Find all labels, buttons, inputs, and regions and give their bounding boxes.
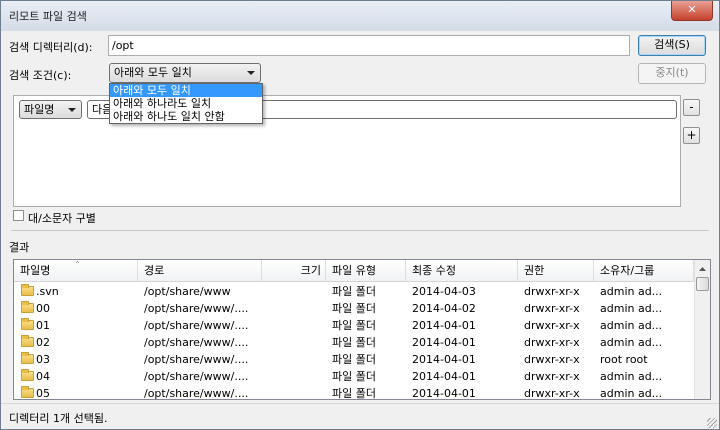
column-header-path[interactable]: 경로 xyxy=(138,260,262,281)
file-path: /opt/share/www/.... xyxy=(144,336,249,349)
vertical-scrollbar[interactable] xyxy=(694,260,710,399)
search-condition-dropdown: 아래와 모두 일치 아래와 하나라도 일치 아래와 하나도 일치 안함 xyxy=(109,83,263,124)
stop-button[interactable]: 중지(t) xyxy=(638,63,706,84)
file-owner: root root xyxy=(600,353,648,366)
file-name: 02 xyxy=(36,336,50,349)
file-owner: admin ad... xyxy=(600,302,663,315)
file-path: /opt/share/www/.... xyxy=(144,387,249,400)
file-owner: admin ad... xyxy=(600,387,663,400)
search-dir-input[interactable]: /opt xyxy=(108,35,630,56)
file-modified: 2014-04-01 xyxy=(412,336,476,349)
table-row[interactable]: 02 /opt/share/www/.... 파일 폴더 2014-04-01 … xyxy=(14,334,694,351)
file-modified: 2014-04-02 xyxy=(412,302,476,315)
search-condition-label: 검색 조건(c): xyxy=(9,69,72,82)
file-type: 파일 폴더 xyxy=(332,302,376,315)
file-modified: 2014-04-01 xyxy=(412,370,476,383)
condition-option-none[interactable]: 아래와 하나도 일치 안함 xyxy=(110,110,262,123)
file-modified: 2014-04-01 xyxy=(412,353,476,366)
table-row[interactable]: 01 /opt/share/www/.... 파일 폴더 2014-04-01 … xyxy=(14,317,694,334)
scroll-up-icon[interactable] xyxy=(697,262,708,276)
table-row[interactable]: 00 /opt/share/www/.... 파일 폴더 2014-04-02 … xyxy=(14,300,694,317)
folder-icon xyxy=(21,335,34,347)
file-permission: drwxr-xr-x xyxy=(524,353,580,366)
table-row[interactable]: 04 /opt/share/www/.... 파일 폴더 2014-04-01 … xyxy=(14,368,694,385)
folder-icon xyxy=(21,369,34,381)
rule-field-value: 파일명 xyxy=(24,103,55,116)
file-name: .svn xyxy=(36,285,59,298)
results-header: 파일명 ⌃ 경로 크기 파일 유형 최종 수정 권한 소유자/그룹 xyxy=(14,260,694,282)
file-type: 파일 폴더 xyxy=(332,319,376,332)
table-row[interactable]: .svn /opt/share/www 파일 폴더 2014-04-03 drw… xyxy=(14,283,694,300)
file-owner: admin ad... xyxy=(600,370,663,383)
column-header-modified[interactable]: 최종 수정 xyxy=(406,260,518,281)
file-owner: admin ad... xyxy=(600,319,663,332)
file-path: /opt/share/www/.... xyxy=(144,319,249,332)
file-path: /opt/share/www/.... xyxy=(144,370,249,383)
search-button[interactable]: 검색(S) xyxy=(638,35,706,56)
results-list[interactable]: 파일명 ⌃ 경로 크기 파일 유형 최종 수정 권한 소유자/그룹 .svn /… xyxy=(13,259,711,400)
status-text: 디렉터리 1개 선택됨. xyxy=(9,412,108,425)
remote-file-search-dialog: 리모트 파일 검색 ✕ 검색 디렉터리(d): /opt 검색(S) 검색 조건… xyxy=(0,0,720,430)
file-path: /opt/share/www xyxy=(144,285,231,298)
file-permission: drwxr-xr-x xyxy=(524,285,580,298)
file-permission: drwxr-xr-x xyxy=(524,302,580,315)
search-condition-select[interactable]: 아래와 모두 일치 xyxy=(109,63,261,83)
sort-ascending-icon: ⌃ xyxy=(74,260,81,269)
column-header-type[interactable]: 파일 유형 xyxy=(326,260,406,281)
file-modified: 2014-04-03 xyxy=(412,285,476,298)
column-header-name[interactable]: 파일명 ⌃ xyxy=(14,260,138,281)
file-permission: drwxr-xr-x xyxy=(524,319,580,332)
file-permission: drwxr-xr-x xyxy=(524,387,580,400)
chevron-down-icon xyxy=(247,71,255,75)
case-sensitive-label[interactable]: 대/소문자 구별 xyxy=(28,210,96,226)
add-rule-button[interactable]: + xyxy=(683,127,700,144)
rule-field-select[interactable]: 파일명 xyxy=(19,100,82,119)
folder-icon xyxy=(21,386,34,398)
title-bar[interactable]: 리모트 파일 검색 ✕ xyxy=(1,1,719,31)
case-sensitive-checkbox[interactable] xyxy=(13,210,24,221)
search-dir-label: 검색 디렉터리(d): xyxy=(9,41,93,54)
file-name: 05 xyxy=(36,387,50,400)
condition-option-all[interactable]: 아래와 모두 일치 xyxy=(110,84,262,97)
results-label: 결과 xyxy=(9,241,30,254)
scrollbar-thumb[interactable] xyxy=(696,277,709,291)
close-button[interactable]: ✕ xyxy=(671,1,713,21)
file-name: 04 xyxy=(36,370,50,383)
file-type: 파일 폴더 xyxy=(332,336,376,349)
file-owner: admin ad... xyxy=(600,336,663,349)
file-name: 03 xyxy=(36,353,50,366)
folder-icon xyxy=(21,284,34,296)
column-header-permission[interactable]: 권한 xyxy=(518,260,594,281)
file-type: 파일 폴더 xyxy=(332,387,376,400)
file-path: /opt/share/www/.... xyxy=(144,302,249,315)
condition-option-any[interactable]: 아래와 하나라도 일치 xyxy=(110,97,262,110)
chevron-down-icon xyxy=(68,108,76,112)
file-modified: 2014-04-01 xyxy=(412,387,476,400)
resize-grip-icon[interactable] xyxy=(707,418,717,428)
file-owner: admin ad... xyxy=(600,285,663,298)
close-icon: ✕ xyxy=(687,3,697,16)
file-name: 00 xyxy=(36,302,50,315)
remove-rule-button[interactable]: - xyxy=(683,99,700,116)
window-title: 리모트 파일 검색 xyxy=(9,10,87,23)
table-row[interactable]: 03 /opt/share/www/.... 파일 폴더 2014-04-01 … xyxy=(14,351,694,368)
column-header-size[interactable]: 크기 xyxy=(262,260,326,281)
file-type: 파일 폴더 xyxy=(332,370,376,383)
file-type: 파일 폴더 xyxy=(332,285,376,298)
divider xyxy=(11,230,709,231)
column-name-label: 파일명 xyxy=(20,264,51,277)
folder-icon xyxy=(21,318,34,330)
file-name: 01 xyxy=(36,319,50,332)
search-condition-value: 아래와 모두 일치 xyxy=(114,66,192,79)
folder-icon xyxy=(21,352,34,364)
file-path: /opt/share/www/.... xyxy=(144,353,249,366)
file-permission: drwxr-xr-x xyxy=(524,370,580,383)
file-modified: 2014-04-01 xyxy=(412,319,476,332)
status-bar: 디렉터리 1개 선택됨. xyxy=(1,403,719,429)
column-header-owner[interactable]: 소유자/그룹 xyxy=(594,260,694,281)
file-type: 파일 폴더 xyxy=(332,353,376,366)
table-row[interactable]: 05 /opt/share/www/.... 파일 폴더 2014-04-01 … xyxy=(14,385,694,400)
file-permission: drwxr-xr-x xyxy=(524,336,580,349)
folder-icon xyxy=(21,301,34,313)
